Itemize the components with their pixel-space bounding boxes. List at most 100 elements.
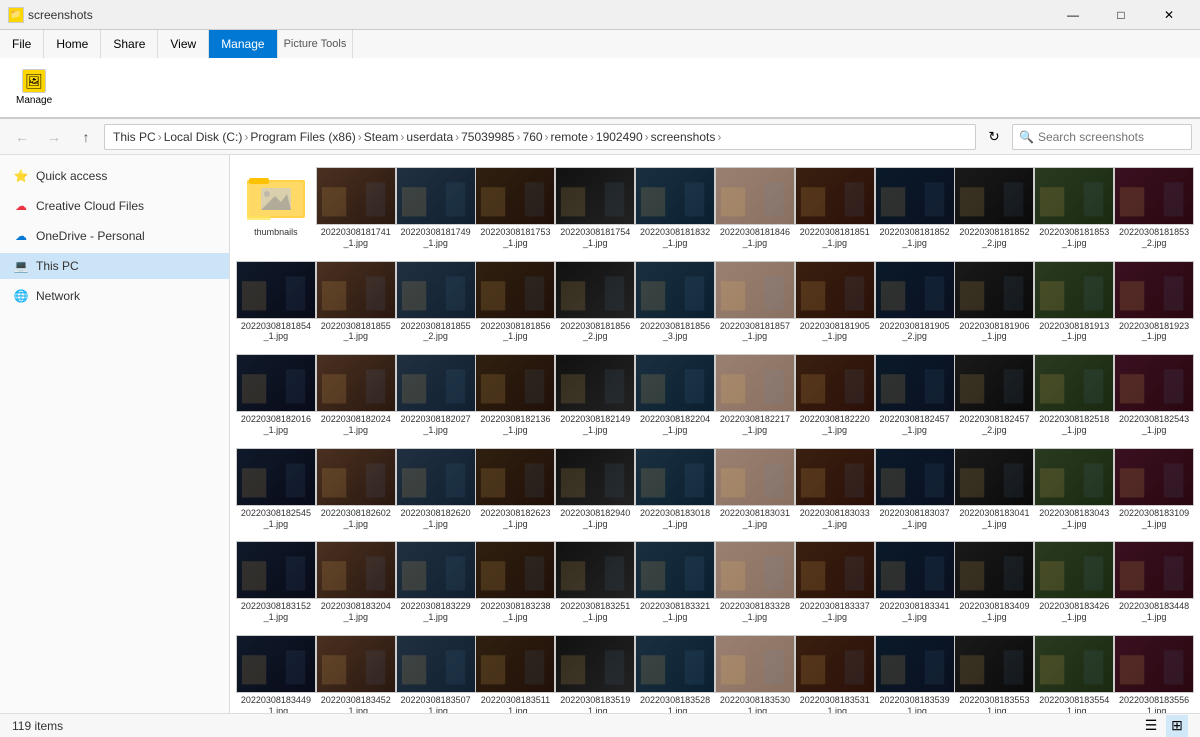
list-item[interactable]: 20220308183511_1.jpg xyxy=(478,631,554,713)
tab-picture-tools-label[interactable]: Picture Tools xyxy=(278,30,354,58)
list-item[interactable]: 20220308181741_1.jpg xyxy=(318,163,394,253)
list-item[interactable]: 20220308183341_1.jpg xyxy=(877,537,953,627)
list-item[interactable]: 20220308181846_1.jpg xyxy=(717,163,793,253)
list-item[interactable]: 20220308182024_1.jpg xyxy=(318,350,394,440)
list-item[interactable]: 20220308183519_1.jpg xyxy=(557,631,633,713)
tab-share[interactable]: Share xyxy=(101,30,158,58)
list-item[interactable]: 20220308181855_1.jpg xyxy=(318,257,394,347)
list-item[interactable]: 20220308182217_1.jpg xyxy=(717,350,793,440)
list-item[interactable]: 20220308181905_1.jpg xyxy=(797,257,873,347)
path-userdata: userdata xyxy=(406,130,453,144)
list-item[interactable]: 20220308181852_2.jpg xyxy=(957,163,1033,253)
search-box[interactable]: 🔍 xyxy=(1012,124,1192,150)
list-item[interactable]: 20220308182149_1.jpg xyxy=(557,350,633,440)
list-item[interactable]: 20220308183531_1.jpg xyxy=(797,631,873,713)
list-item[interactable]: 20220308183448_1.jpg xyxy=(1116,537,1192,627)
grid-view-button[interactable]: ⊞ xyxy=(1166,715,1188,737)
list-item[interactable]: 20220308183554_1.jpg xyxy=(1036,631,1112,713)
list-item[interactable]: 20220308182620_1.jpg xyxy=(398,444,474,534)
sidebar-item-creative-cloud[interactable]: ☁ Creative Cloud Files xyxy=(0,193,229,219)
list-item[interactable]: 20220308181856_3.jpg xyxy=(637,257,713,347)
list-item[interactable]: 20220308182545_1.jpg xyxy=(238,444,314,534)
list-item[interactable]: 20220308181754_1.jpg xyxy=(557,163,633,253)
list-item[interactable]: 20220308183452_1.jpg xyxy=(318,631,394,713)
list-item[interactable]: 20220308182136_1.jpg xyxy=(478,350,554,440)
list-item[interactable]: 20220308182623_1.jpg xyxy=(478,444,554,534)
sidebar-item-this-pc[interactable]: 💻 This PC xyxy=(0,253,229,279)
list-item[interactable]: 20220308183043_1.jpg xyxy=(1036,444,1112,534)
list-item[interactable]: 20220308181856_1.jpg xyxy=(478,257,554,347)
list-item[interactable]: 20220308182457_1.jpg xyxy=(877,350,953,440)
list-item[interactable]: 20220308183528_1.jpg xyxy=(637,631,713,713)
list-item[interactable]: 20220308182016_1.jpg xyxy=(238,350,314,440)
list-item[interactable]: 20220308182940_1.jpg xyxy=(557,444,633,534)
list-item[interactable]: 20220308183041_1.jpg xyxy=(957,444,1033,534)
list-item[interactable]: 20220308183553_1.jpg xyxy=(957,631,1033,713)
tab-file[interactable]: File xyxy=(0,30,44,58)
list-item[interactable]: 20220308183556_1.jpg xyxy=(1116,631,1192,713)
list-item[interactable]: 20220308182543_1.jpg xyxy=(1116,350,1192,440)
list-item[interactable]: 20220308183204_1.jpg xyxy=(318,537,394,627)
list-item[interactable]: 20220308183238_1.jpg xyxy=(478,537,554,627)
list-item[interactable]: 20220308181854_1.jpg xyxy=(238,257,314,347)
forward-button[interactable]: → xyxy=(40,123,68,151)
list-view-button[interactable]: ☰ xyxy=(1140,715,1162,737)
list-item[interactable]: 20220308182457_2.jpg xyxy=(957,350,1033,440)
list-item[interactable]: 20220308181852_1.jpg xyxy=(877,163,953,253)
content-area[interactable]: thumbnails 20220308181741_1.jpg202203081… xyxy=(230,155,1200,713)
list-item[interactable]: 20220308181856_2.jpg xyxy=(557,257,633,347)
list-item[interactable]: 20220308183031_1.jpg xyxy=(717,444,793,534)
back-button[interactable]: ← xyxy=(8,123,36,151)
list-item[interactable]: 20220308183018_1.jpg xyxy=(637,444,713,534)
list-item[interactable]: 20220308181853_1.jpg xyxy=(1036,163,1112,253)
list-item[interactable]: 20220308183109_1.jpg xyxy=(1116,444,1192,534)
list-item[interactable]: 20220308183507_1.jpg xyxy=(398,631,474,713)
list-item[interactable]: 20220308181906_1.jpg xyxy=(957,257,1033,347)
tab-picture-tools[interactable]: Manage xyxy=(209,30,277,58)
file-name: 20220308183337_1.jpg xyxy=(799,601,871,623)
list-item[interactable]: 20220308181753_1.jpg xyxy=(478,163,554,253)
tab-home[interactable]: Home xyxy=(44,30,101,58)
list-item[interactable]: 20220308181923_1.jpg xyxy=(1116,257,1192,347)
list-item[interactable]: 20220308183539_1.jpg xyxy=(877,631,953,713)
refresh-button[interactable]: ↻ xyxy=(980,123,1008,151)
close-button[interactable]: ✕ xyxy=(1146,0,1192,30)
list-item[interactable]: 20220308183328_1.jpg xyxy=(717,537,793,627)
list-item[interactable]: 20220308183152_1.jpg xyxy=(238,537,314,627)
list-item[interactable]: 20220308183337_1.jpg xyxy=(797,537,873,627)
sidebar-item-network[interactable]: 🌐 Network xyxy=(0,283,229,309)
list-item[interactable]: 20220308181857_1.jpg xyxy=(717,257,793,347)
list-item[interactable]: 20220308183321_1.jpg xyxy=(637,537,713,627)
list-item[interactable]: 20220308182518_1.jpg xyxy=(1036,350,1112,440)
list-item[interactable]: 20220308182220_1.jpg xyxy=(797,350,873,440)
sidebar-item-quick-access[interactable]: ⭐ Quick access xyxy=(0,163,229,189)
list-item[interactable]: 20220308183409_1.jpg xyxy=(957,537,1033,627)
list-item[interactable]: 20220308182027_1.jpg xyxy=(398,350,474,440)
list-item[interactable]: 20220308183229_1.jpg xyxy=(398,537,474,627)
tab-view[interactable]: View xyxy=(158,30,209,58)
address-path[interactable]: This PC › Local Disk (C:) › Program File… xyxy=(104,124,976,150)
list-item[interactable]: 20220308181749_1.jpg xyxy=(398,163,474,253)
up-button[interactable]: ↑ xyxy=(72,123,100,151)
list-item[interactable]: 20220308183449_1.jpg xyxy=(238,631,314,713)
list-item[interactable]: 20220308181905_2.jpg xyxy=(877,257,953,347)
search-input[interactable] xyxy=(1038,130,1193,144)
list-item[interactable]: 20220308181855_2.jpg xyxy=(398,257,474,347)
list-item[interactable]: 20220308181913_1.jpg xyxy=(1036,257,1112,347)
list-item[interactable]: 20220308182204_1.jpg xyxy=(637,350,713,440)
file-thumbnail xyxy=(715,354,795,412)
list-item[interactable]: 20220308181853_2.jpg xyxy=(1116,163,1192,253)
ribbon-manage-btn[interactable]: 🖼 Manage xyxy=(8,65,60,110)
minimize-button[interactable]: — xyxy=(1050,0,1096,30)
list-item[interactable]: 20220308183033_1.jpg xyxy=(797,444,873,534)
list-item[interactable]: 20220308182602_1.jpg xyxy=(318,444,394,534)
list-item[interactable]: 20220308181832_1.jpg xyxy=(637,163,713,253)
list-item[interactable]: 20220308183530_1.jpg xyxy=(717,631,793,713)
list-item[interactable]: 20220308183426_1.jpg xyxy=(1036,537,1112,627)
list-item[interactable]: 20220308183037_1.jpg xyxy=(877,444,953,534)
list-item[interactable]: thumbnails xyxy=(238,163,314,253)
list-item[interactable]: 20220308181851_1.jpg xyxy=(797,163,873,253)
list-item[interactable]: 20220308183251_1.jpg xyxy=(557,537,633,627)
maximize-button[interactable]: □ xyxy=(1098,0,1144,30)
sidebar-item-onedrive[interactable]: ☁ OneDrive - Personal xyxy=(0,223,229,249)
